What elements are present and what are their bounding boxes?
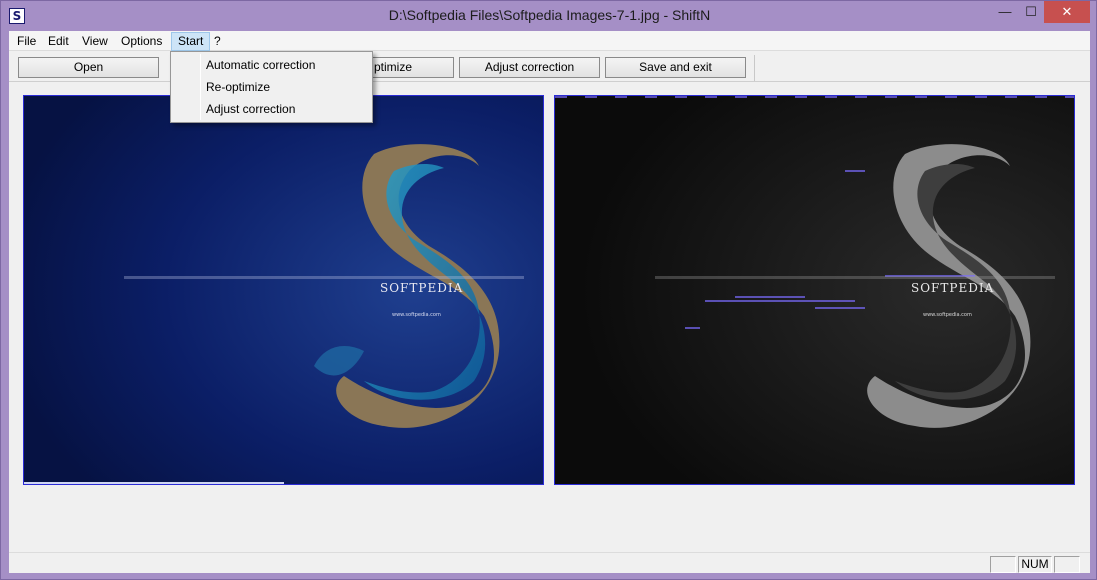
original-image: SOFTPEDIA www.softpedia.com <box>24 96 543 484</box>
menu-view[interactable]: View <box>76 32 114 51</box>
menu-options[interactable]: Options <box>115 32 168 51</box>
left-image-url: www.softpedia.com <box>392 312 441 318</box>
menu-help[interactable]: ? <box>208 32 227 51</box>
status-cell-num: NUM <box>1018 556 1052 573</box>
toolbar-separator <box>754 55 755 81</box>
open-button[interactable]: Open <box>18 57 159 78</box>
maximize-button[interactable]: ☐ <box>1019 1 1043 23</box>
menu-item-reoptimize[interactable]: Re-optimize <box>173 76 370 98</box>
title-bar[interactable]: S D:\Softpedia Files\Softpedia Images-7-… <box>1 1 1097 31</box>
app-window: S D:\Softpedia Files\Softpedia Images-7-… <box>0 0 1097 580</box>
save-and-exit-button[interactable]: Save and exit <box>605 57 746 78</box>
status-bar: NUM <box>9 552 1090 573</box>
status-cell-caps <box>990 556 1016 573</box>
adjust-correction-button[interactable]: Adjust correction <box>459 57 600 78</box>
minimize-button[interactable]: — <box>993 1 1017 23</box>
window-title: D:\Softpedia Files\Softpedia Images-7-1.… <box>388 7 711 23</box>
menu-bar: File Edit View Options Start ? <box>9 31 1090 51</box>
menu-item-adjust-correction[interactable]: Adjust correction <box>173 98 370 120</box>
menu-file[interactable]: File <box>11 32 42 51</box>
corrected-image: SOFTPEDIA www.softpedia.com <box>555 96 1074 484</box>
menu-item-automatic-correction[interactable]: Automatic correction <box>173 54 370 76</box>
close-button[interactable]: ✕ <box>1044 1 1090 23</box>
status-cell-scroll <box>1054 556 1080 573</box>
menu-start[interactable]: Start <box>171 32 211 51</box>
right-image-url: www.softpedia.com <box>923 312 972 318</box>
corrected-image-panel[interactable]: SOFTPEDIA www.softpedia.com <box>554 95 1075 485</box>
start-menu-dropdown: Automatic correction Re-optimize Adjust … <box>170 51 373 123</box>
left-image-caption: SOFTPEDIA <box>380 281 463 295</box>
right-image-caption: SOFTPEDIA <box>911 281 994 295</box>
original-image-panel[interactable]: SOFTPEDIA www.softpedia.com <box>23 95 544 485</box>
menu-edit[interactable]: Edit <box>42 32 75 51</box>
